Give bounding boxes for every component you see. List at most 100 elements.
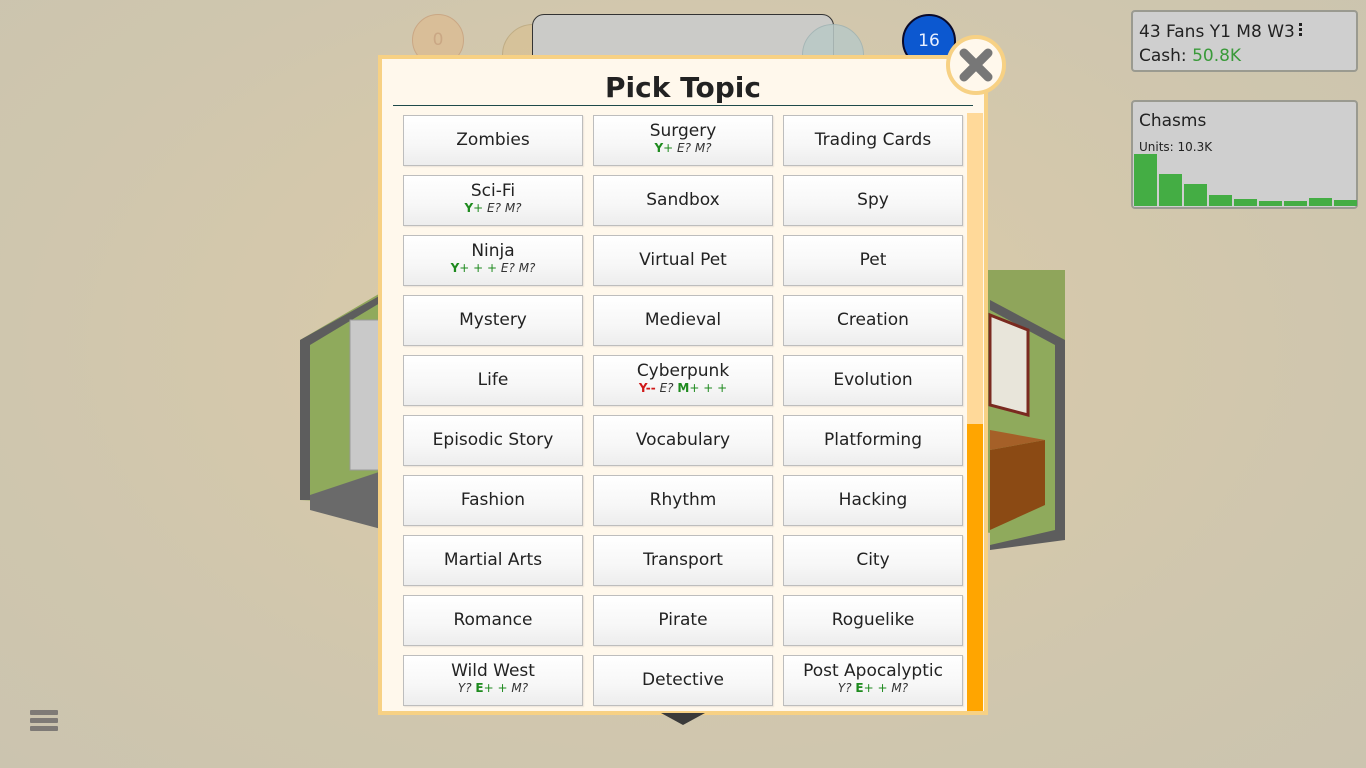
topic-button-romance[interactable]: Romance — [403, 595, 583, 646]
room-door — [349, 319, 381, 471]
topic-name: Hacking — [838, 490, 908, 510]
rating-y: Y+ — [654, 141, 674, 155]
topic-name: Spy — [857, 190, 889, 210]
topic-button-surgery[interactable]: Surgery Y+ E? M? — [593, 115, 773, 166]
topic-name: Cyberpunk — [636, 361, 730, 381]
close-button[interactable] — [946, 35, 1006, 95]
topic-button-creation[interactable]: Creation — [783, 295, 963, 346]
topic-button-roguelike[interactable]: Roguelike — [783, 595, 963, 646]
game-sales-panel[interactable]: Chasms Units: 10.3K — [1131, 100, 1358, 209]
topic-button-zombies[interactable]: Zombies — [403, 115, 583, 166]
sales-bar — [1234, 198, 1257, 206]
topic-button-sandbox[interactable]: Sandbox — [593, 175, 773, 226]
status-panel[interactable]: 43 Fans Y1 M8 W3 Cash: 50.8K — [1131, 10, 1358, 72]
sales-bar — [1159, 173, 1182, 206]
fans-date-text: 43 Fans Y1 M8 W3 — [1139, 22, 1295, 42]
close-x-icon — [959, 48, 993, 82]
rating-m: M? — [518, 261, 536, 275]
topic-name: Roguelike — [831, 610, 915, 630]
pick-topic-dialog: Pick Topic Zombies Surgery Y+ E? M? Trading… — [378, 55, 988, 715]
topic-name: Trading Cards — [814, 130, 932, 150]
sales-bar — [1334, 199, 1357, 206]
topic-name: Creation — [837, 310, 909, 330]
rating-y: Y? — [457, 681, 472, 695]
rating-y: Y? — [837, 681, 852, 695]
topic-button-trading-cards[interactable]: Trading Cards — [783, 115, 963, 166]
scrollbar-thumb[interactable] — [967, 423, 983, 711]
dialog-title: Pick Topic — [605, 71, 761, 104]
sales-bar — [1134, 154, 1157, 206]
topic-button-evolution[interactable]: Evolution — [783, 355, 963, 406]
rating-y: Y+ — [464, 201, 484, 215]
topic-button-sci-fi[interactable]: Sci-Fi Y+ E? M? — [403, 175, 583, 226]
topic-name: Fashion — [460, 490, 526, 510]
topic-button-episodic-story[interactable]: Episodic Story — [403, 415, 583, 466]
topic-name: Life — [477, 370, 509, 390]
topic-name: Evolution — [833, 370, 913, 390]
audience-ratings: Y+ E? M? — [594, 141, 772, 156]
topic-name: Romance — [453, 610, 533, 630]
game-title: Chasms — [1139, 111, 1207, 131]
topic-button-mystery[interactable]: Mystery — [403, 295, 583, 346]
topic-button-virtual-pet[interactable]: Virtual Pet — [593, 235, 773, 286]
rating-y: Y-- — [638, 381, 656, 395]
topic-button-medieval[interactable]: Medieval — [593, 295, 773, 346]
dialog-pointer-arrow — [661, 713, 705, 725]
topic-name: Episodic Story — [432, 430, 554, 450]
room-picture-frame — [988, 312, 1030, 417]
topic-button-hacking[interactable]: Hacking — [783, 475, 963, 526]
topic-button-platforming[interactable]: Platforming — [783, 415, 963, 466]
topic-name: Post Apocalyptic — [803, 661, 943, 681]
topic-name: Pet — [859, 250, 887, 270]
rating-e: E? — [659, 381, 674, 395]
topic-name: Wild West — [451, 661, 535, 681]
topic-button-rhythm[interactable]: Rhythm — [593, 475, 773, 526]
topic-button-ninja[interactable]: Ninja Y+ + + E? M? — [403, 235, 583, 286]
topic-button-transport[interactable]: Transport — [593, 535, 773, 586]
audience-ratings: Y? E+ + M? — [404, 681, 582, 696]
topic-button-life[interactable]: Life — [403, 355, 583, 406]
rating-e: E? — [500, 261, 515, 275]
topic-button-wild-west[interactable]: Wild West Y? E+ + M? — [403, 655, 583, 706]
hype-value: 16 — [918, 31, 940, 51]
rating-e: E? — [677, 141, 691, 155]
sales-bar — [1184, 184, 1207, 206]
topic-name: Medieval — [644, 310, 722, 330]
hamburger-menu-icon[interactable] — [30, 710, 58, 734]
rating-m: M? — [891, 681, 909, 695]
sales-bar — [1209, 194, 1232, 206]
sales-bar — [1259, 200, 1282, 206]
topic-name: Sci-Fi — [470, 181, 516, 201]
vertical-ellipsis-icon[interactable] — [1298, 23, 1302, 38]
menu-line — [30, 718, 58, 723]
topic-name: Detective — [642, 670, 724, 690]
topic-button-fashion[interactable]: Fashion — [403, 475, 583, 526]
topic-name: Vocabulary — [635, 430, 731, 450]
topic-name: Mystery — [459, 310, 527, 330]
audience-ratings: Y+ E? M? — [404, 201, 582, 216]
scrollbar-track[interactable] — [967, 113, 983, 711]
topic-name: Transport — [643, 550, 723, 570]
menu-line — [30, 726, 58, 731]
topic-button-city[interactable]: City — [783, 535, 963, 586]
title-divider — [393, 105, 973, 106]
cash-value: 50.8K — [1192, 46, 1242, 66]
menu-line — [30, 710, 58, 715]
rating-m: M+ + + — [677, 381, 728, 395]
topic-button-pet[interactable]: Pet — [783, 235, 963, 286]
topic-name: Martial Arts — [443, 550, 543, 570]
topic-button-martial-arts[interactable]: Martial Arts — [403, 535, 583, 586]
topic-button-pirate[interactable]: Pirate — [593, 595, 773, 646]
topic-button-cyberpunk[interactable]: Cyberpunk Y-- E? M+ + + — [593, 355, 773, 406]
topic-name: Virtual Pet — [639, 250, 727, 270]
topic-name: City — [856, 550, 890, 570]
topic-button-post-apocalyptic[interactable]: Post Apocalyptic Y? E+ + M? — [783, 655, 963, 706]
sales-chart — [1134, 150, 1357, 206]
audience-ratings: Y+ + + E? M? — [404, 261, 582, 276]
audience-ratings: Y? E+ + M? — [784, 681, 962, 696]
rating-m: M? — [511, 681, 529, 695]
topic-button-detective[interactable]: Detective — [593, 655, 773, 706]
rating-m: M? — [504, 201, 522, 215]
topic-button-spy[interactable]: Spy — [783, 175, 963, 226]
topic-button-vocabulary[interactable]: Vocabulary — [593, 415, 773, 466]
